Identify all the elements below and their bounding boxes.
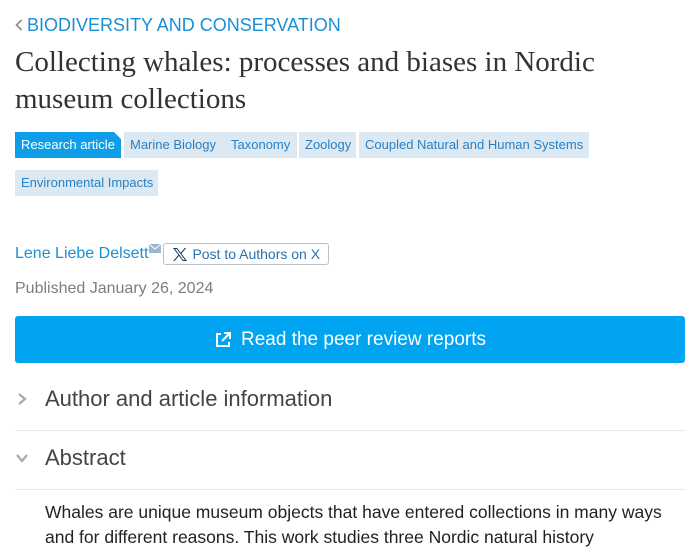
post-to-x-label: Post to Authors on X	[192, 246, 321, 262]
abstract-text: Whales are unique museum objects that ha…	[45, 502, 662, 547]
abstract-toggle[interactable]: Abstract	[15, 427, 685, 490]
chevron-right-icon	[18, 393, 27, 405]
tag-article-type[interactable]: Research article	[15, 132, 122, 158]
author-name-link[interactable]: Lene Liebe Delsett	[15, 245, 148, 263]
peer-review-button[interactable]: Read the peer review reports	[15, 316, 685, 363]
breadcrumb-label: BIODIVERSITY AND CONSERVATION	[27, 14, 341, 35]
x-logo-icon	[173, 247, 188, 261]
page-title: Collecting whales: processes and biases …	[15, 46, 595, 115]
external-link-icon	[215, 331, 231, 347]
abstract-label: Abstract	[45, 445, 126, 470]
author-info-toggle[interactable]: Author and article information	[15, 368, 685, 431]
breadcrumb-link[interactable]: BIODIVERSITY AND CONSERVATION	[15, 14, 341, 36]
tag-environmental-impacts[interactable]: Environmental Impacts	[15, 170, 158, 196]
tag-marine-biology[interactable]: Marine Biology	[124, 132, 236, 158]
tag-zoology[interactable]: Zoology	[299, 132, 356, 158]
author-info-label: Author and article information	[45, 386, 333, 411]
author-row: Lene Liebe Delsett Post to Authors on X	[15, 242, 330, 266]
peer-review-label: Read the peer review reports	[240, 328, 486, 350]
chevron-down-icon	[16, 454, 28, 463]
mail-icon[interactable]	[149, 243, 162, 253]
published-date: Published January 26, 2024	[15, 280, 214, 297]
post-to-x-button[interactable]: Post to Authors on X	[163, 243, 330, 265]
chevron-left-icon	[15, 19, 23, 31]
tag-coupled-systems[interactable]: Coupled Natural and Human Systems	[359, 132, 589, 158]
tag-taxonomy[interactable]: Taxonomy	[225, 132, 297, 158]
